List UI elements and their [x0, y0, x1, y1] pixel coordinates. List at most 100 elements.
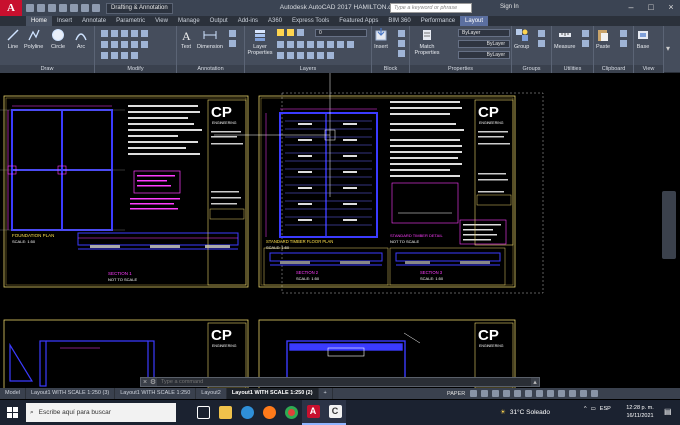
close-icon[interactable]: ×	[662, 0, 680, 16]
task-view-icon[interactable]	[192, 400, 214, 425]
edge-icon[interactable]	[236, 400, 258, 425]
layer-tool-icon[interactable]	[297, 41, 304, 48]
command-expand-icon[interactable]: ▴	[531, 378, 539, 386]
customize-icon[interactable]	[591, 390, 598, 397]
layer-freeze-icon[interactable]	[287, 29, 294, 36]
layer-tool-icon[interactable]	[277, 41, 284, 48]
layer-tool-icon[interactable]	[287, 41, 294, 48]
view-group-title[interactable]: View	[634, 65, 663, 73]
layer-tool-icon[interactable]	[277, 52, 284, 59]
array-icon[interactable]	[111, 52, 118, 59]
break-icon[interactable]	[131, 52, 138, 59]
block-group-title[interactable]: Block	[372, 65, 409, 73]
workspace-dropdown[interactable]: Drafting & Annotation	[106, 2, 173, 14]
ortho-icon[interactable]	[492, 390, 499, 397]
match-properties-button[interactable]: Match Properties	[412, 28, 442, 56]
weather-widget[interactable]: ☀ 31°C Soleado	[500, 408, 550, 417]
new-icon[interactable]	[26, 4, 34, 12]
add-layout-button[interactable]: +	[319, 388, 333, 399]
fillet-icon[interactable]	[121, 41, 128, 48]
tab-add-ins[interactable]: Add-ins	[233, 16, 263, 26]
trim-icon[interactable]	[121, 30, 128, 37]
layer-on-icon[interactable]	[277, 29, 284, 36]
linetype-dropdown[interactable]: ByLayer	[458, 40, 510, 48]
line-button[interactable]: Line	[6, 28, 20, 50]
tab-a360[interactable]: A360	[263, 16, 287, 26]
start-button[interactable]	[0, 400, 24, 425]
group-edit-icon[interactable]	[538, 40, 545, 47]
tab-home[interactable]: Home	[26, 16, 53, 26]
tab-performance[interactable]: Performance	[416, 16, 460, 26]
layout-tab-1[interactable]: Layout1 WITH SCALE 1:250 (3)	[26, 388, 116, 399]
lineweight-dropdown[interactable]: ByLayer	[458, 51, 510, 59]
join-icon[interactable]	[121, 52, 128, 59]
arc-button[interactable]: Arc	[74, 28, 88, 50]
calculator-icon[interactable]	[582, 40, 589, 47]
annotation-scale-icon[interactable]	[536, 390, 543, 397]
mirror-icon[interactable]	[111, 41, 118, 48]
layer-tool-icon[interactable]	[327, 52, 334, 59]
language-indicator[interactable]: ESP	[600, 406, 611, 412]
layer-tool-icon[interactable]	[327, 41, 334, 48]
base-button[interactable]: Base	[636, 28, 650, 50]
edit-block-icon[interactable]	[398, 40, 405, 47]
quick-select-icon[interactable]	[582, 30, 589, 37]
offset-icon[interactable]	[141, 41, 148, 48]
polyline-button[interactable]: Polyline	[24, 28, 43, 50]
tab-parametric[interactable]: Parametric	[111, 16, 150, 26]
search-input[interactable]: Type a keyword or phrase	[390, 3, 472, 13]
rotate-icon[interactable]	[111, 30, 118, 37]
tab-manage[interactable]: Manage	[173, 16, 205, 26]
autocad-taskbar-icon[interactable]: A	[302, 400, 324, 425]
cut-icon[interactable]	[620, 40, 627, 47]
grid-icon[interactable]	[481, 390, 488, 397]
copy-icon[interactable]	[101, 41, 108, 48]
layer-properties-button[interactable]: Layer Properties	[247, 28, 273, 56]
maximize-icon[interactable]: □	[642, 0, 660, 16]
paste-button[interactable]: Paste	[596, 28, 610, 50]
minimize-icon[interactable]: –	[622, 0, 640, 16]
properties-group-title[interactable]: Properties	[410, 65, 511, 73]
layer-tool-icon[interactable]	[297, 52, 304, 59]
tab-express-tools[interactable]: Express Tools	[287, 16, 334, 26]
taskbar-search-input[interactable]: ⌕ Escribe aquí para buscar	[26, 403, 176, 422]
command-close-icon[interactable]: ×	[141, 379, 149, 386]
layer-tool-icon[interactable]	[307, 52, 314, 59]
tab-bim-360[interactable]: BIM 360	[383, 16, 415, 26]
group-button[interactable]: Group	[514, 28, 529, 50]
excel-taskbar-icon[interactable]: C	[324, 400, 346, 425]
copy-clip-icon[interactable]	[620, 30, 627, 37]
layer-tool-icon[interactable]	[337, 41, 344, 48]
tab-output[interactable]: Output	[205, 16, 233, 26]
layout-tab-2[interactable]: Layout1 WITH SCALE 1:250	[115, 388, 197, 399]
network-icon[interactable]: ▭	[591, 406, 596, 412]
taskbar-clock[interactable]: 12:28 p. m. 16/11/2021	[620, 404, 660, 420]
groups-group-title[interactable]: Groups	[512, 65, 551, 73]
layer-tool-icon[interactable]	[287, 52, 294, 59]
file-explorer-icon[interactable]	[214, 400, 236, 425]
draw-group-title[interactable]: Draw	[0, 65, 94, 73]
layer-dropdown[interactable]: 0	[315, 29, 367, 37]
insert-button[interactable]: Insert	[374, 28, 388, 50]
text-button[interactable]: A Text	[179, 28, 193, 50]
save-as-icon[interactable]	[59, 4, 67, 12]
polar-icon[interactable]	[503, 390, 510, 397]
layer-tool-icon[interactable]	[307, 41, 314, 48]
tab-layout[interactable]: Layout	[460, 16, 489, 26]
layer-tool-icon[interactable]	[317, 52, 324, 59]
block-attribute-icon[interactable]	[398, 50, 405, 57]
sign-in-button[interactable]: Sign In	[500, 4, 519, 10]
dimension-button[interactable]: Dimension	[197, 28, 223, 50]
chrome-icon[interactable]	[280, 400, 302, 425]
clipboard-group-title[interactable]: Clipboard	[594, 65, 633, 73]
firefox-icon[interactable]	[258, 400, 280, 425]
lineweight-icon[interactable]	[525, 390, 532, 397]
tab-view[interactable]: View	[150, 16, 173, 26]
tray-expand-icon[interactable]: ^	[584, 406, 587, 412]
osnap-icon[interactable]	[514, 390, 521, 397]
notifications-icon[interactable]: ▤	[664, 407, 672, 416]
layer-lock-icon[interactable]	[297, 29, 304, 36]
stretch-icon[interactable]	[131, 41, 138, 48]
measure-button[interactable]: Measure	[554, 28, 575, 50]
command-input[interactable]	[157, 378, 531, 386]
